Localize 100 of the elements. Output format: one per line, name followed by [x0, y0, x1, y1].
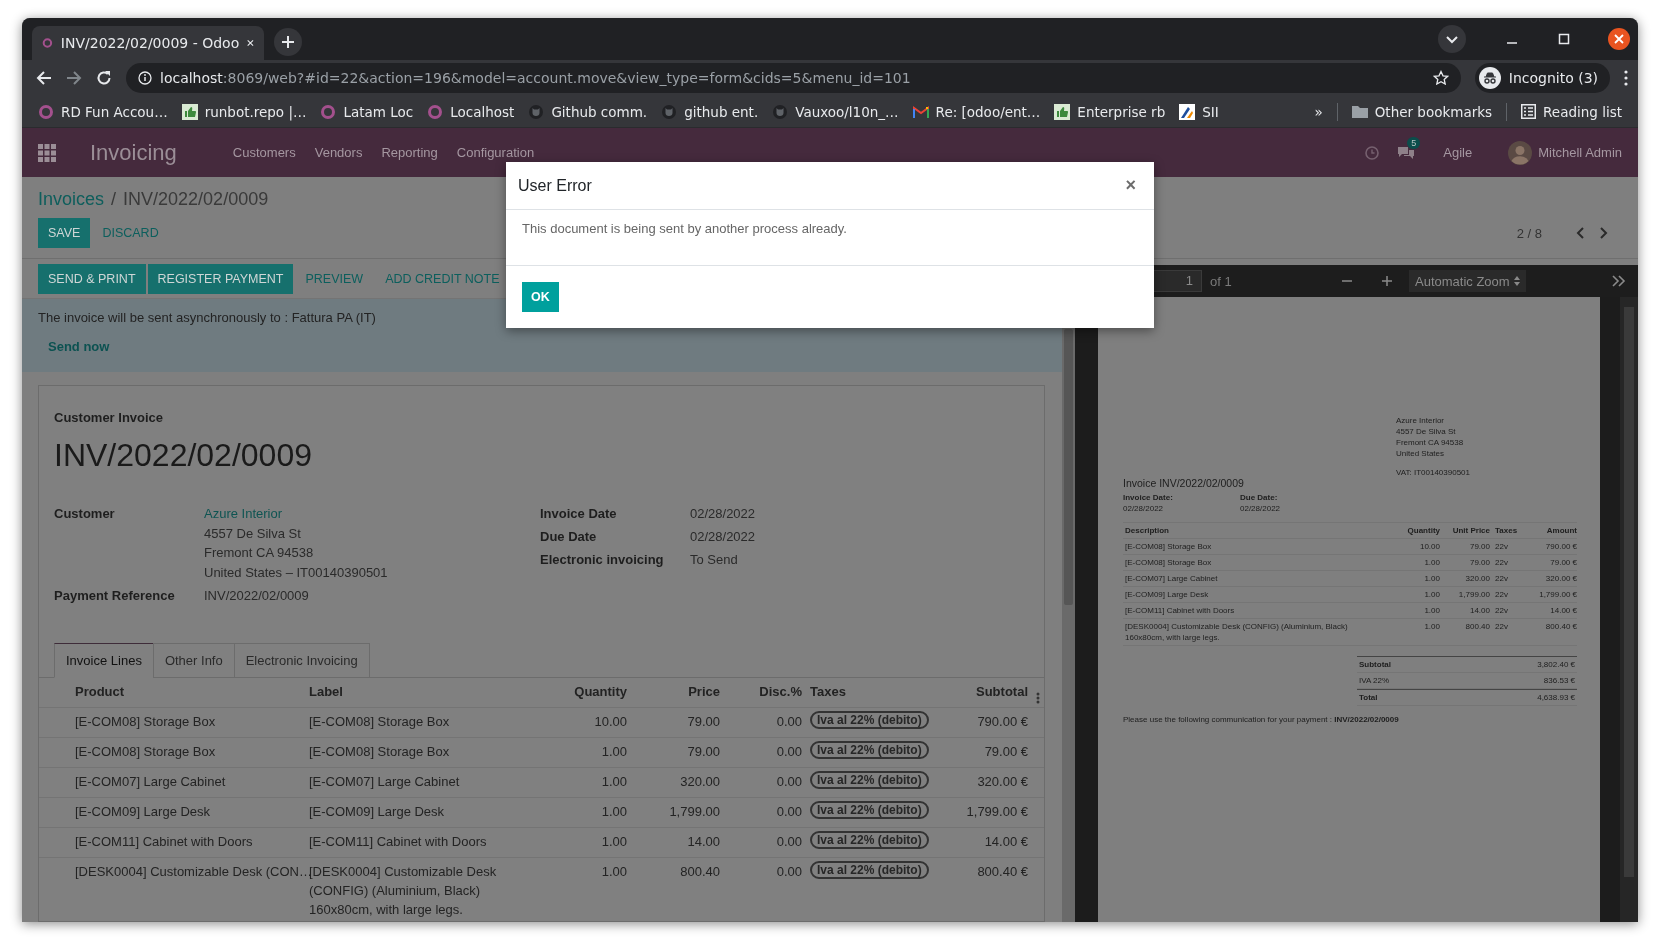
- notebook-tab[interactable]: Other Info: [152, 642, 235, 678]
- bookmark-item[interactable]: Github comm.: [522, 99, 654, 124]
- bookmark-item[interactable]: RD Fun Accou…: [32, 99, 174, 124]
- field-value: To Send: [690, 551, 739, 569]
- address-line: 4557 De Silva St: [1396, 426, 1457, 437]
- chevron-left-icon[interactable]: [1576, 227, 1584, 239]
- table-cell-text: 79.00: [686, 712, 721, 729]
- pager-value: 2 / 8: [1516, 225, 1542, 241]
- info-icon[interactable]: [138, 71, 152, 85]
- field-value: 02/28/2022: [690, 505, 757, 523]
- thumbs-up-icon: [181, 103, 198, 120]
- table-cell-text: 14.00: [1468, 605, 1490, 616]
- save-button[interactable]: SAVE: [38, 218, 91, 248]
- table-cell-text: [E-COM11] Cabinet with Doors: [309, 832, 488, 851]
- bookmark-item[interactable]: Vauxoo/l10n_…: [766, 99, 905, 124]
- table-cell-text: 790.00 €: [976, 712, 1029, 729]
- back-icon[interactable]: [36, 70, 52, 86]
- table-cell-text: 79.00 €: [1549, 557, 1577, 568]
- table-cell-text: 1.00: [600, 742, 628, 759]
- bookmark-item[interactable]: github ent.: [655, 99, 765, 124]
- mail-icon: [912, 105, 929, 118]
- company-switcher[interactable]: Agile: [1443, 145, 1473, 160]
- address-bar[interactable]: localhost:8069/web?#id=22&action=196&model=account.move&view_type=form&cids=5&menu_id=101: [126, 63, 1461, 93]
- table-cell-text: 0.00: [775, 802, 803, 819]
- plus-icon[interactable]: [274, 28, 302, 56]
- bookmark-item[interactable]: Latam Loc: [314, 99, 420, 124]
- pdf-title: Invoice INV/2022/02/0009: [1123, 478, 1245, 489]
- column-header: Description: [1124, 525, 1170, 536]
- cat-silhouette-icon: [661, 103, 678, 120]
- table-cell-text: 800.40 €: [976, 862, 1029, 879]
- table-cell-text: [DESK0004] Customizable Desk (CONFIG) (Aluminium, Black) 160x80cm, with large legs.: [309, 862, 498, 919]
- bookmark-item[interactable]: runbot.repo |…: [175, 99, 313, 124]
- notebook-tab[interactable]: Electronic Invoicing: [233, 642, 370, 678]
- document-type: Customer Invoice: [54, 410, 165, 425]
- table-cell-text: 22v: [1494, 541, 1509, 552]
- address-line: Azure Interior: [1396, 415, 1446, 426]
- bookmark-item[interactable]: Re: [odoo/ent…: [906, 99, 1047, 124]
- chevron-down-icon[interactable]: [1438, 25, 1466, 53]
- profile-button[interactable]: Incognito (3): [1474, 63, 1610, 93]
- chevron-right-icon[interactable]: [1600, 227, 1608, 239]
- close-icon[interactable]: [247, 38, 254, 48]
- bookmark-item[interactable]: SII: [1173, 99, 1225, 124]
- action-button[interactable]: REGISTER PAYMENT: [147, 263, 294, 294]
- table-cell-text: 0.00: [775, 832, 803, 849]
- tax-tag: Iva al 22% (debito): [810, 710, 929, 729]
- table-cell-text: 0.00: [775, 712, 803, 729]
- browser-tab[interactable]: INV/2022/02/0009 - Odoo: [32, 26, 264, 60]
- double-chevron-icon[interactable]: [1612, 275, 1626, 287]
- table-cell-text: 14.00 €: [1549, 605, 1577, 616]
- updown-caret-icon: [1514, 276, 1520, 286]
- address-line: 4557 De Silva St: [204, 524, 302, 543]
- field-label: Payment Reference: [54, 587, 176, 605]
- zoom-select[interactable]: Automatic Zoom: [1409, 270, 1526, 292]
- menu-item[interactable]: Customers: [232, 145, 296, 160]
- close-button[interactable]: ×: [1121, 175, 1140, 196]
- table-cell-text: 14.00: [686, 832, 721, 849]
- breadcrumb-current: INV/2022/02/0009: [123, 189, 269, 210]
- reload-icon[interactable]: [96, 70, 112, 86]
- menu-item[interactable]: Configuration: [456, 145, 535, 160]
- scrollbar[interactable]: [1620, 297, 1638, 922]
- column-header: Price: [687, 682, 721, 699]
- bookmark-folder[interactable]: Other bookmarks: [1345, 99, 1499, 124]
- user-menu[interactable]: Mitchell Admin: [1508, 140, 1622, 165]
- table-cell-text: [E-COM08] Storage Box: [75, 742, 217, 759]
- column-header: Product: [75, 682, 126, 699]
- table-cell-text: 1.00: [600, 772, 628, 789]
- ok-button[interactable]: OK: [522, 282, 559, 312]
- invoice-number: INV/2022/02/0009: [54, 437, 313, 474]
- maximize-icon[interactable]: [1558, 33, 1570, 45]
- star-icon[interactable]: [1432, 70, 1449, 86]
- breadcrumb-separator: /: [111, 189, 117, 210]
- table-cell-text: [E-COM08] Storage Box: [309, 742, 451, 761]
- chat-icon[interactable]: [1397, 145, 1416, 160]
- table-cell-text: [E-COM09] Large Desk: [309, 802, 446, 821]
- vat-number: VAT: IT00140390501: [1396, 467, 1471, 478]
- notebook-tab[interactable]: Invoice Lines: [54, 642, 154, 678]
- field-label: Due Date: [540, 528, 598, 546]
- bookmark-item[interactable]: Enterprise rb: [1048, 99, 1172, 124]
- dialog-title: User Error: [518, 176, 592, 195]
- zoom-in-icon[interactable]: [1381, 275, 1393, 287]
- date-label: Invoice Date:: [1123, 492, 1174, 503]
- cat-silhouette-icon: [772, 103, 789, 120]
- tax-tag: Iva al 22% (debito): [810, 740, 929, 759]
- thumbs-up-icon: [1054, 103, 1071, 120]
- table-cell-text: 1.00: [1423, 589, 1440, 600]
- table-cell-text: 22v: [1494, 589, 1509, 600]
- table-cell-text: 22v: [1494, 605, 1509, 616]
- bookmark-item[interactable]: Localhost: [421, 99, 521, 124]
- close-icon[interactable]: [1608, 28, 1630, 50]
- message-count-badge: 5: [1407, 136, 1421, 149]
- forward-icon[interactable]: [66, 70, 82, 86]
- apps-icon[interactable]: [38, 143, 56, 162]
- more-icon[interactable]: [1624, 70, 1628, 86]
- table-cell-text: 320.00: [679, 772, 721, 789]
- menu-item[interactable]: Vendors: [314, 145, 363, 160]
- square-logo-icon: [1179, 103, 1196, 120]
- reading-list-button[interactable]: Reading list: [1515, 99, 1628, 124]
- action-button[interactable]: SEND & PRINT: [38, 263, 146, 294]
- menu-item[interactable]: Reporting: [381, 145, 438, 160]
- more-bookmarks-button[interactable]: »: [1308, 99, 1329, 124]
